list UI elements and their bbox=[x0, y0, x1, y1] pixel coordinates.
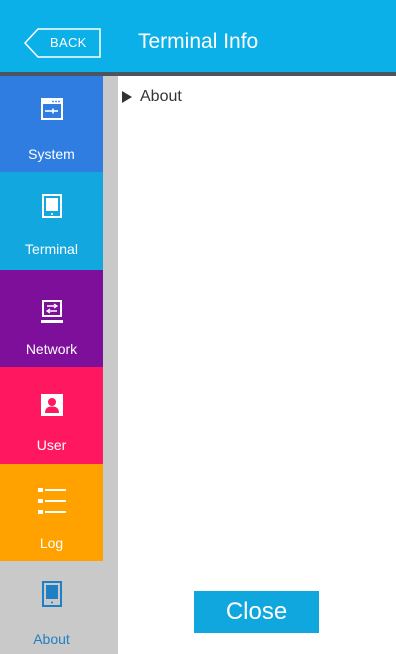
sidebar: System Terminal Network User Log About bbox=[0, 76, 103, 654]
sidebar-item-label: About bbox=[33, 631, 70, 647]
sidebar-item-label: Log bbox=[39, 535, 64, 551]
terminal-icon bbox=[0, 194, 103, 218]
log-icon bbox=[0, 486, 103, 516]
terminal-info-screen: BACK Terminal Info System Terminal Netwo… bbox=[0, 0, 396, 654]
user-icon bbox=[0, 394, 103, 416]
sidebar-item-label: System bbox=[28, 146, 75, 162]
tree-item-label: About bbox=[140, 88, 182, 105]
tree-item-about[interactable]: About bbox=[122, 88, 182, 106]
close-button[interactable]: Close bbox=[194, 591, 319, 633]
page-title: Terminal Info bbox=[138, 30, 259, 53]
sidebar-item-label: User bbox=[36, 437, 67, 453]
network-icon bbox=[0, 300, 103, 324]
back-button[interactable]: BACK bbox=[24, 28, 102, 58]
sidebar-divider bbox=[103, 76, 118, 654]
back-button-label: BACK bbox=[50, 35, 87, 50]
sidebar-item-about[interactable]: About bbox=[0, 561, 103, 654]
sidebar-item-log[interactable]: Log bbox=[0, 464, 103, 561]
sidebar-item-user[interactable]: User bbox=[0, 367, 103, 464]
about-icon bbox=[0, 581, 103, 607]
app-header: BACK Terminal Info bbox=[0, 0, 396, 72]
system-icon bbox=[0, 98, 103, 120]
sidebar-item-label: Network bbox=[25, 341, 78, 357]
content-panel: About Close bbox=[118, 76, 396, 654]
sidebar-item-terminal[interactable]: Terminal bbox=[0, 172, 103, 270]
sidebar-item-system[interactable]: System bbox=[0, 76, 103, 172]
sidebar-item-network[interactable]: Network bbox=[0, 270, 103, 367]
sidebar-item-label: Terminal bbox=[25, 241, 78, 257]
expand-arrow-icon[interactable] bbox=[122, 91, 132, 103]
